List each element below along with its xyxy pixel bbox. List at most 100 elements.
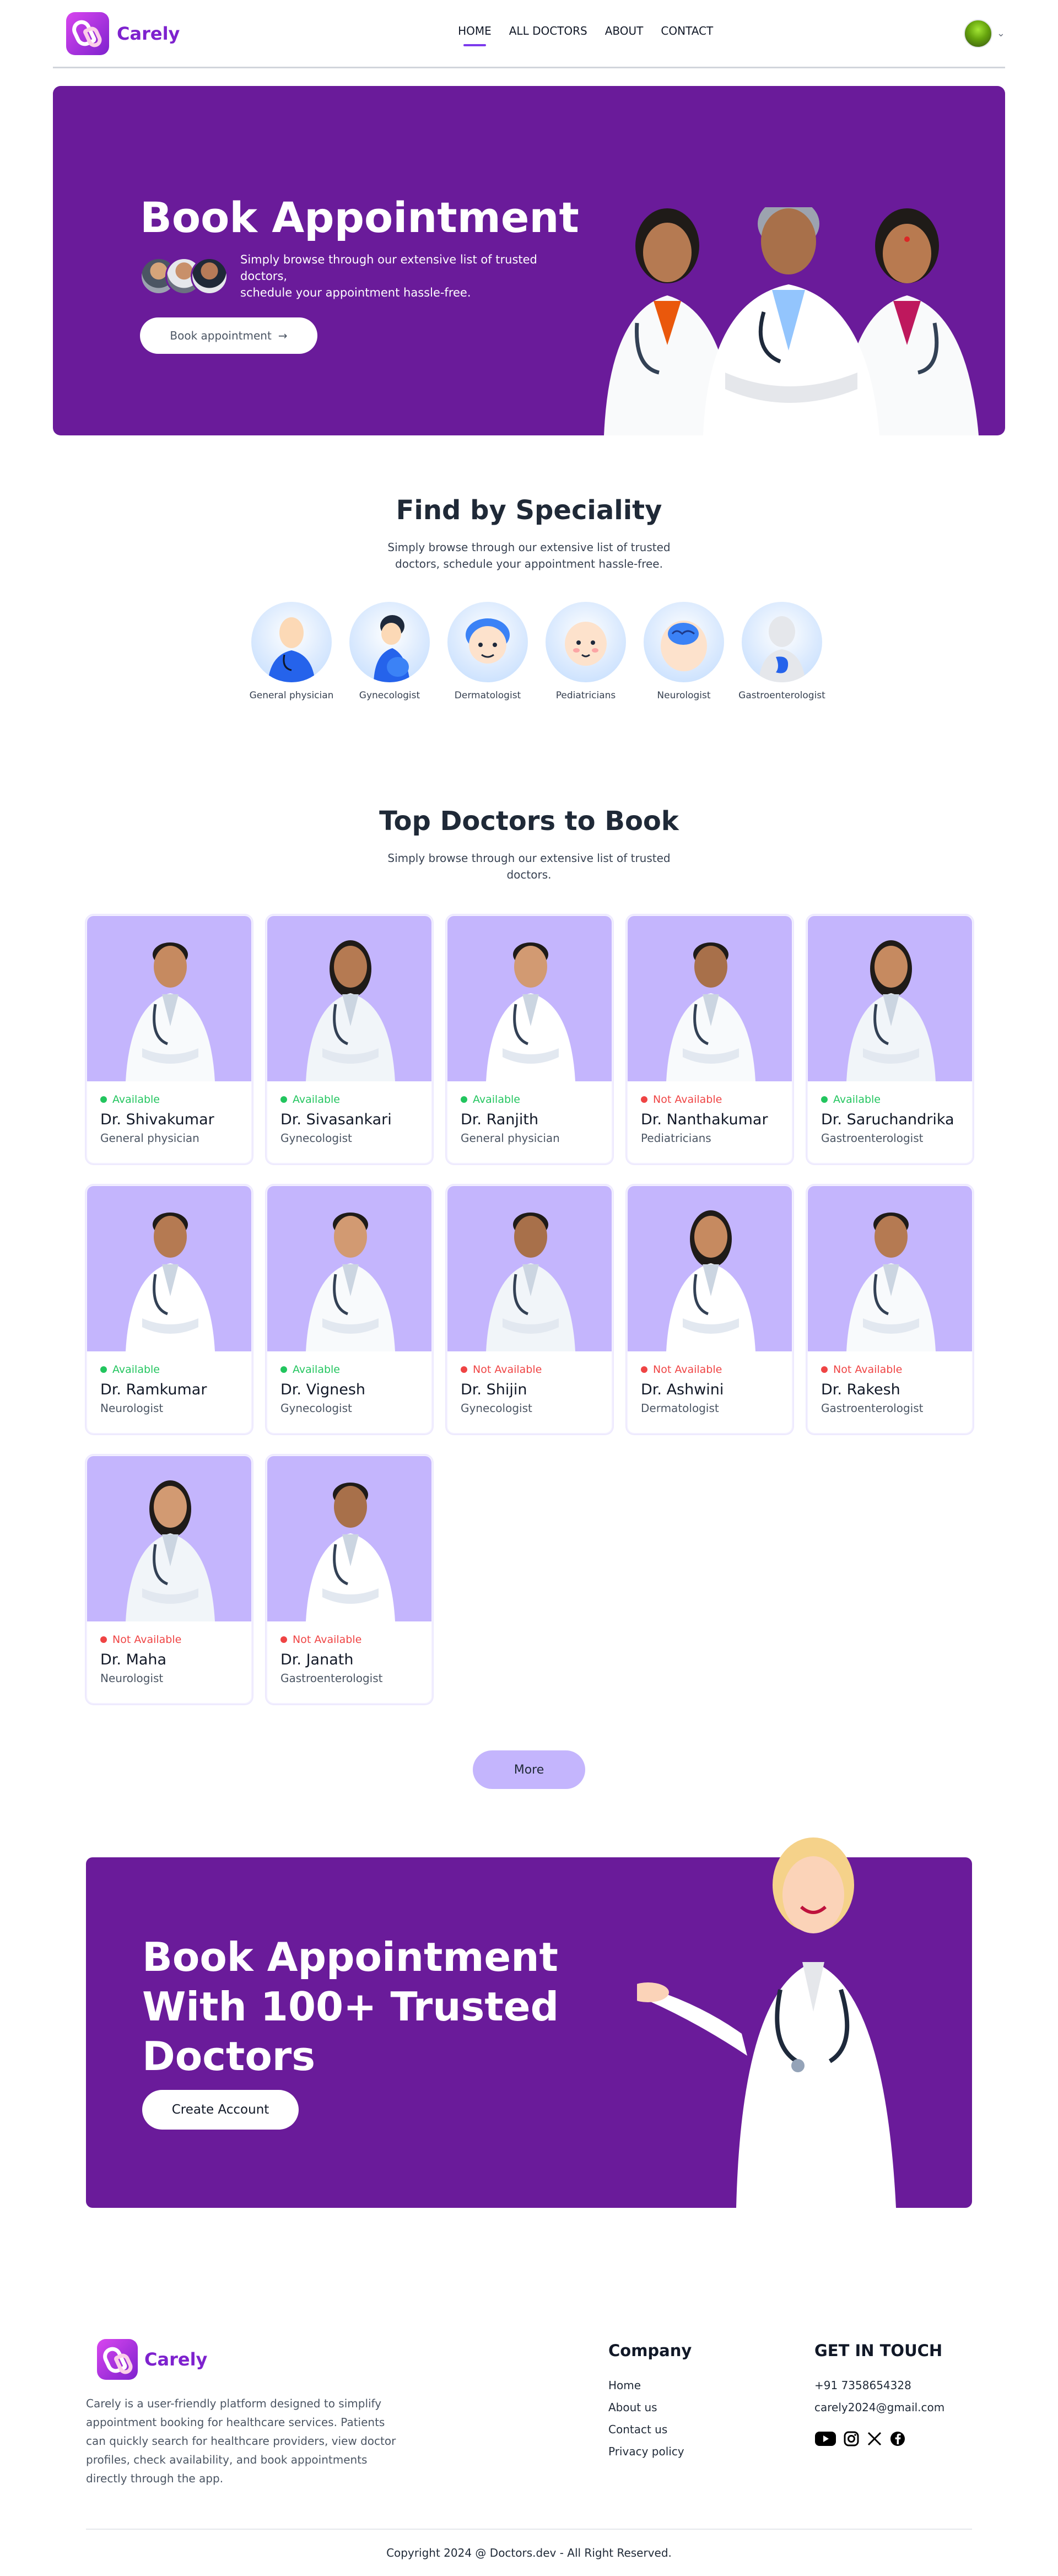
speciality-subtitle: Simply browse through our extensive list… (387, 541, 671, 570)
doctor-card[interactable]: Available Dr. Saruchandrika Gastroenterolo… (807, 915, 973, 1164)
speciality-gastroenterologist[interactable]: Gastroenterologist (733, 602, 831, 701)
availability-status: Available (100, 1364, 238, 1376)
availability-status: Not Available (100, 1634, 238, 1646)
doctor-name: Dr. Vignesh (280, 1381, 365, 1398)
pediatrician-icon (546, 602, 626, 682)
availability-status: Not Available (821, 1364, 959, 1376)
doctor-speciality: Dermatologist (641, 1402, 719, 1415)
speciality-pediatricians[interactable]: Pediatricians (537, 602, 635, 701)
doctor-card[interactable]: Available Dr. Ramkumar Neurologist (86, 1185, 252, 1434)
contact-info: +91 7358654328 carely2024@gmail.com (814, 2379, 944, 2414)
doctor-card[interactable]: Not Available Dr. Maha Neurologist (86, 1455, 252, 1704)
speciality-general-physician[interactable]: General physician (242, 602, 341, 701)
general-physician-icon (251, 602, 332, 682)
footer-link-contact[interactable]: Contact us (608, 2423, 684, 2436)
contact-email[interactable]: carely2024@gmail.com (814, 2401, 944, 2414)
company-links: Home About us Contact us Privacy policy (608, 2379, 684, 2458)
doctor-card[interactable]: Not Available Dr. Ashwini Dermatologist (627, 1185, 793, 1434)
brand-logo-link[interactable]: Carely (66, 12, 180, 55)
availability-status: Not Available (641, 1093, 779, 1106)
doctor-name: Dr. Rakesh (821, 1381, 900, 1398)
doctor-card[interactable]: Not Available Dr. Nanthakumar Pediatrician… (627, 915, 793, 1164)
doctor-photo (267, 916, 431, 1081)
footer-about: Carely is a user-friendly platform desig… (86, 2397, 396, 2485)
doctor-card[interactable]: Not Available Dr. Janath Gastroenterologis… (266, 1455, 433, 1704)
doctor-woman-image (637, 1837, 896, 2208)
hero-subtitle: Simply browse through our extensive list… (240, 253, 537, 299)
doctor-name: Dr. Saruchandrika (821, 1111, 954, 1128)
speciality-title: Find by Speciality (396, 495, 662, 526)
book-appointment-button[interactable]: Book appointment → (140, 317, 317, 354)
doctor-photo (87, 1186, 251, 1351)
hero-group-info: Simply browse through our extensive list… (140, 251, 538, 301)
doctors-group-image (604, 207, 979, 435)
status-dot-icon (280, 1636, 287, 1643)
copyright: Copyright 2024 @ Doctors.dev - All Right… (386, 2546, 672, 2559)
status-dot-icon (821, 1366, 828, 1373)
footer-link-about[interactable]: About us (608, 2401, 684, 2414)
availability-status: Not Available (280, 1634, 418, 1646)
doctor-card[interactable]: Not Available Dr. Rakesh Gastroenterologis… (807, 1185, 973, 1434)
status-dot-icon (100, 1366, 107, 1373)
gastroenterologist-icon (742, 602, 822, 682)
doctor-photo (87, 916, 251, 1081)
arrow-right-icon: → (278, 329, 288, 342)
availability-status: Available (461, 1093, 598, 1106)
doctor-photo (808, 916, 972, 1081)
x-icon[interactable] (866, 2431, 883, 2447)
youtube-icon[interactable] (814, 2431, 836, 2447)
status-dot-icon (461, 1366, 467, 1373)
doctor-name: Dr. Shijin (461, 1381, 527, 1398)
top-doctors-title: Top Doctors to Book (379, 806, 679, 837)
availability-status: Available (280, 1093, 418, 1106)
doctor-card[interactable]: Available Dr. Vignesh Gynecologist (266, 1185, 433, 1434)
availability-status: Available (100, 1093, 238, 1106)
nav-contact[interactable]: CONTACT (661, 24, 713, 43)
status-dot-icon (641, 1366, 647, 1373)
doctor-name: Dr. Janath (280, 1651, 354, 1668)
doctor-card[interactable]: Available Dr. Ranjith General physician (446, 915, 613, 1164)
group-avatar (191, 257, 228, 295)
footer-link-privacy[interactable]: Privacy policy (608, 2445, 684, 2458)
doctor-speciality: Gastroenterologist (821, 1131, 924, 1145)
status-dot-icon (821, 1096, 828, 1103)
availability-status: Available (821, 1093, 959, 1106)
create-account-button[interactable]: Create Account (142, 2090, 299, 2130)
status-dot-icon (461, 1096, 467, 1103)
status-dot-icon (100, 1636, 107, 1643)
doctor-speciality: Gynecologist (280, 1402, 352, 1415)
doctor-speciality: General physician (461, 1131, 560, 1145)
doctor-card[interactable]: Available Dr. Shivakumar General physician (86, 915, 252, 1164)
nav-about[interactable]: ABOUT (605, 24, 644, 43)
dermatologist-icon (447, 602, 528, 682)
status-dot-icon (641, 1096, 647, 1103)
status-dot-icon (280, 1096, 287, 1103)
doctor-name: Dr. Nanthakumar (641, 1111, 768, 1128)
availability-status: Available (280, 1364, 418, 1376)
cta-banner: Book Appointment With 100+ Trusted Docto… (86, 1837, 972, 2208)
instagram-icon[interactable] (843, 2431, 860, 2447)
speciality-dermatologist[interactable]: Dermatologist (439, 602, 537, 701)
speciality-neurologist[interactable]: Neurologist (635, 602, 733, 701)
nav-home[interactable]: HOME (458, 24, 492, 46)
doctor-speciality: Gastroenterologist (280, 1672, 383, 1685)
availability-status: Not Available (641, 1364, 779, 1376)
speciality-gynecologist[interactable]: Gynecologist (341, 602, 439, 701)
doctor-card[interactable]: Not Available Dr. Shijin Gynecologist (446, 1185, 613, 1434)
more-button[interactable]: More (473, 1750, 585, 1789)
doctor-name: Dr. Ramkumar (100, 1381, 207, 1398)
top-doctors-subtitle: Simply browse through our extensive list… (387, 852, 671, 881)
contact-phone: +91 7358654328 (814, 2379, 911, 2392)
logo-icon (66, 12, 109, 55)
neurologist-icon (644, 602, 724, 682)
footer-brand[interactable]: Carely (97, 2339, 207, 2380)
banner-title: Book Appointment With 100+ Trusted Docto… (142, 1934, 559, 2079)
doctor-card[interactable]: Available Dr. Sivasankari Gynecologist (266, 915, 433, 1164)
footer-link-home[interactable]: Home (608, 2379, 684, 2392)
profile-menu[interactable]: ⌄ (963, 19, 1005, 48)
chevron-down-icon[interactable]: ⌄ (997, 28, 1005, 39)
avatar[interactable] (963, 19, 992, 48)
facebook-icon[interactable] (889, 2431, 906, 2447)
doctor-photo (447, 916, 612, 1081)
nav-all-doctors[interactable]: ALL DOCTORS (509, 24, 587, 43)
